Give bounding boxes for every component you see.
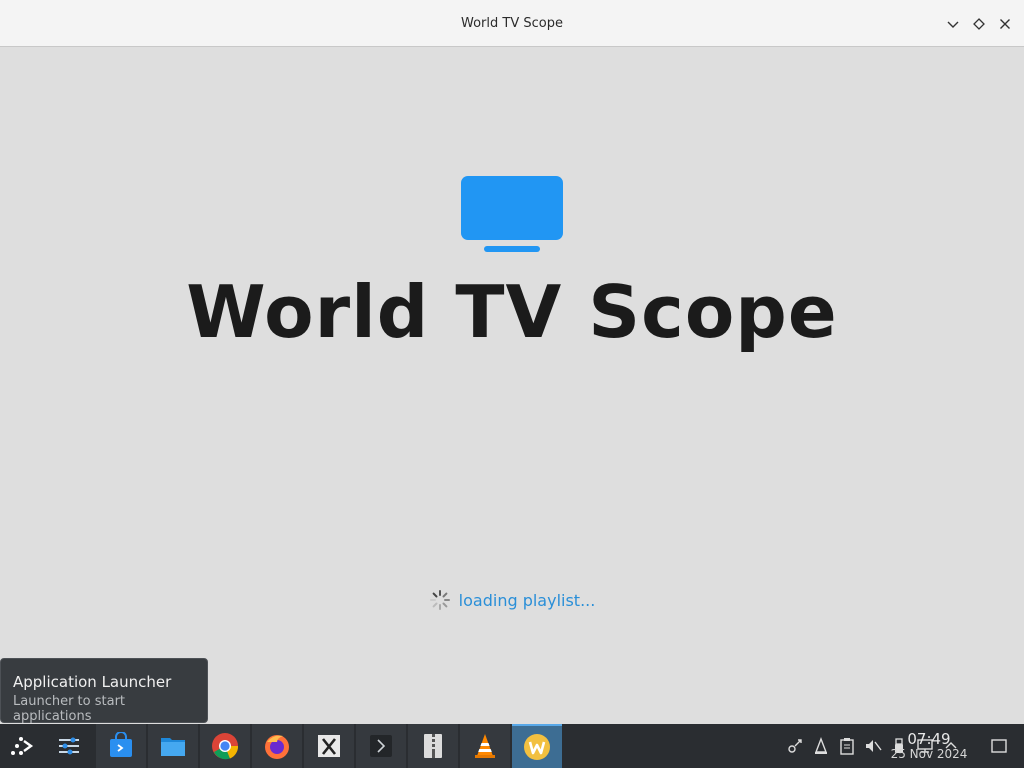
taskbar-app-archive-manager[interactable]: [408, 724, 458, 768]
x-editor-icon: [318, 735, 340, 757]
loading-status: loading playlist...: [0, 589, 1024, 611]
application-launcher-button[interactable]: [0, 724, 44, 768]
folder-icon: [161, 738, 185, 756]
network-icon[interactable]: [782, 724, 808, 768]
terminal-icon: [370, 735, 392, 757]
taskbar-app-discover-store[interactable]: [96, 724, 146, 768]
store-icon: [110, 732, 132, 757]
w-app-icon: [524, 734, 550, 760]
taskbar: 07:49 25 Nov 2024: [0, 724, 1024, 768]
taskbar-app-file-manager[interactable]: [148, 724, 198, 768]
vlc-cone-icon: [475, 734, 495, 758]
kde-launcher-icon: [11, 737, 34, 755]
taskbar-app-terminal[interactable]: [356, 724, 406, 768]
chrome-icon: [212, 733, 239, 760]
app-content: World TV Scope loading playlist...: [0, 48, 1024, 724]
taskbar-app-world-tv-scope[interactable]: [512, 724, 562, 768]
show-desktop-icon: [991, 739, 1007, 753]
spinner-icon: [429, 590, 450, 610]
taskbar-app-vlc[interactable]: [460, 724, 510, 768]
app-title: World TV Scope: [186, 270, 838, 354]
tv-icon: [461, 176, 563, 252]
archive-icon: [424, 734, 442, 758]
clock-date: 25 Nov 2024: [890, 747, 968, 761]
close-button[interactable]: [992, 11, 1018, 37]
settings-sliders-icon: [59, 737, 79, 755]
chevron-down-icon: [947, 21, 959, 28]
clipboard-icon[interactable]: [834, 724, 860, 768]
firefox-icon: [265, 735, 289, 759]
close-icon: [1000, 18, 1010, 29]
volume-muted-icon[interactable]: [860, 724, 886, 768]
diamond-icon: [973, 17, 985, 30]
show-desktop-button[interactable]: [984, 724, 1014, 768]
digital-clock[interactable]: 07:49 25 Nov 2024: [886, 724, 972, 768]
taskbar-app-chrome[interactable]: [200, 724, 250, 768]
taskbar-app-system-settings[interactable]: [44, 724, 94, 768]
vlc-tray-icon[interactable]: [808, 724, 834, 768]
clock-time: 07:49: [907, 730, 951, 748]
window-controls: [940, 0, 1018, 47]
tooltip-title: Application Launcher: [13, 673, 172, 691]
window-title: World TV Scope: [461, 15, 563, 31]
taskbar-app-xtext-editor[interactable]: [304, 724, 354, 768]
window-titlebar[interactable]: World TV Scope: [0, 0, 1024, 47]
taskbar-app-firefox[interactable]: [252, 724, 302, 768]
maximize-button[interactable]: [966, 11, 992, 37]
launcher-tooltip: Application Launcher Launcher to start a…: [0, 658, 208, 724]
tooltip-subtitle: Launcher to start applications: [13, 694, 126, 724]
loading-text: loading playlist...: [458, 590, 596, 610]
minimize-button[interactable]: [940, 11, 966, 37]
